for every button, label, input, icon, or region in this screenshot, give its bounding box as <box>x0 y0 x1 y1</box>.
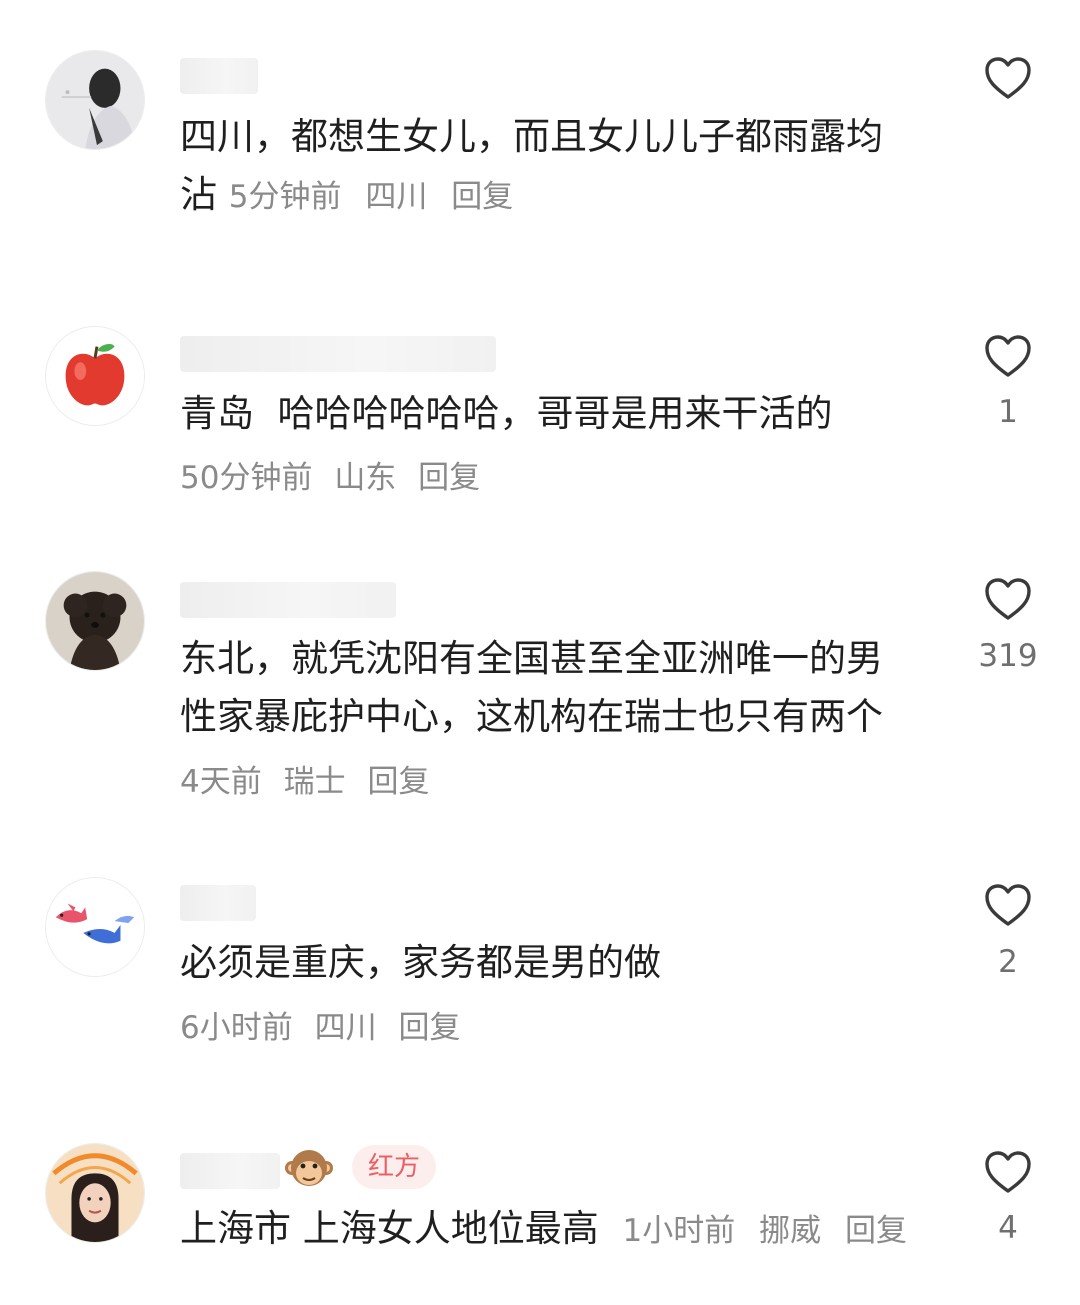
user-avatar[interactable] <box>45 50 145 150</box>
like-count: 1 <box>998 394 1018 430</box>
heart-icon <box>985 1151 1031 1193</box>
portrait-avatar-image <box>46 51 144 149</box>
comment-text-line: 性家暴庇护中心，这机构在瑞士也只有两个 <box>180 695 883 738</box>
comment-time: 6小时前 <box>180 1010 293 1046</box>
user-avatar[interactable] <box>45 326 145 426</box>
reply-button[interactable]: 回复 <box>451 179 513 215</box>
woman-avatar-image <box>46 1144 144 1242</box>
comment-text-line: 东北，就凭沈阳有全国甚至全亚洲唯一的男 <box>180 637 883 680</box>
heart-icon <box>985 335 1031 377</box>
comment-time: 1小时前 <box>622 1213 736 1249</box>
user-avatar[interactable] <box>45 1143 145 1243</box>
username-redacted[interactable] <box>180 885 256 921</box>
reply-button[interactable]: 回复 <box>367 764 429 800</box>
user-avatar[interactable] <box>45 571 145 671</box>
heart-icon <box>985 884 1031 926</box>
username-redacted[interactable] <box>180 336 496 372</box>
comment-meta: 5分钟前 四川 回复 <box>229 179 513 215</box>
comment-text: 上海市 上海女人地位最高 1小时前 挪威 回复 <box>180 1200 940 1260</box>
comment-text-body: 上海市 上海女人地位最高 <box>180 1207 599 1250</box>
fish-avatar-image <box>46 878 144 976</box>
comment-text-line: 四川，都想生女儿，而且女儿儿子都雨露均 <box>180 115 883 158</box>
comment-meta: 4天前 瑞士 回复 <box>180 760 429 804</box>
username-redacted[interactable] <box>180 1153 280 1189</box>
comment-location: 四川 <box>365 179 428 215</box>
comment-time: 50分钟前 <box>180 460 313 496</box>
reply-button[interactable]: 回复 <box>845 1213 907 1249</box>
reply-button[interactable]: 回复 <box>398 1010 460 1046</box>
comment-text: 东北，就凭沈阳有全国甚至全亚洲唯一的男 性家暴庇护中心，这机构在瑞士也只有两个 <box>180 630 940 746</box>
comment-text: 青岛 哈哈哈哈哈哈，哥哥是用来干活的 <box>180 392 833 435</box>
heart-icon <box>985 57 1031 99</box>
username-redacted[interactable] <box>180 58 258 94</box>
comment-meta: 1小时前 挪威 回复 <box>623 1213 907 1249</box>
comment-text: 四川，都想生女儿，而且女儿儿子都雨露均 沾 5分钟前 四川 回复 <box>180 108 940 226</box>
comment-text-tail: 沾 <box>180 173 217 216</box>
like-button[interactable] <box>984 334 1032 378</box>
comment-location: 山东 <box>334 460 397 496</box>
heart-icon <box>985 578 1031 620</box>
username-redacted[interactable] <box>180 582 396 618</box>
user-avatar[interactable] <box>45 877 145 977</box>
like-count: 4 <box>998 1210 1018 1246</box>
reply-button[interactable]: 回复 <box>418 460 480 496</box>
comment-text: 必须是重庆，家务都是男的做 <box>180 941 661 984</box>
comment-meta: 50分钟前 山东 回复 <box>180 456 480 500</box>
like-button[interactable] <box>984 883 1032 927</box>
dog-avatar-image <box>46 572 144 670</box>
like-button[interactable] <box>984 1150 1032 1194</box>
comment-time: 5分钟前 <box>228 179 342 215</box>
comment-time: 4天前 <box>180 764 262 800</box>
comment-location: 挪威 <box>759 1213 822 1249</box>
team-badge: 红方 <box>352 1145 437 1189</box>
comment-location: 瑞士 <box>283 764 346 800</box>
like-count: 319 <box>978 638 1038 674</box>
comment-text-line-with-meta: 沾 5分钟前 四川 回复 <box>180 166 940 226</box>
apple-avatar-image <box>46 327 144 425</box>
monkey-icon <box>284 1144 334 1194</box>
like-button[interactable] <box>984 577 1032 621</box>
comment-location: 四川 <box>314 1010 377 1046</box>
like-count: 2 <box>998 944 1018 980</box>
like-button[interactable] <box>984 56 1032 100</box>
comment-meta: 6小时前 四川 回复 <box>180 1006 460 1050</box>
